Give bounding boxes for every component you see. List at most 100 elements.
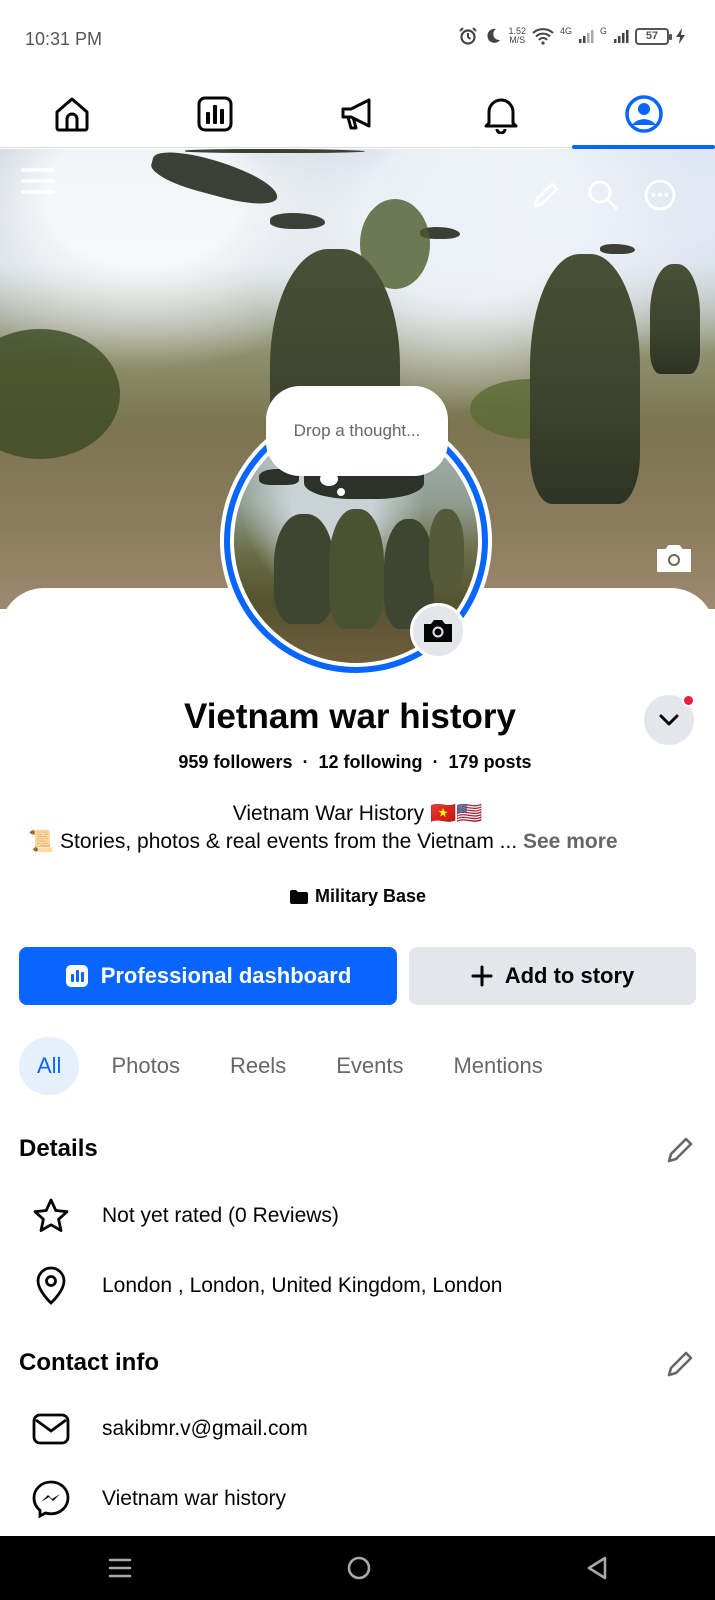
page-title: Vietnam war history — [184, 697, 516, 736]
messenger-text: Vietnam war history — [102, 1487, 287, 1510]
edit-contact-button[interactable] — [664, 1348, 696, 1380]
status-bar: 10:31 PM 1.52 M/S 4G G 57 — [0, 0, 715, 80]
page-category: Military Base — [0, 886, 715, 907]
pencil-icon — [667, 1137, 693, 1163]
notification-dot — [682, 694, 695, 707]
network-type-2: G — [599, 26, 607, 36]
wifi-icon — [532, 28, 554, 45]
rating-text: Not yet rated (0 Reviews) — [102, 1204, 339, 1227]
avatar-soldier — [274, 514, 334, 624]
email-row[interactable]: sakibmr.v@gmail.com — [30, 1408, 308, 1450]
alarm-icon — [459, 27, 478, 45]
helicopter-shape — [600, 244, 635, 254]
tree-shape — [0, 329, 120, 459]
search-button[interactable] — [583, 175, 623, 215]
thought-bubble-tail — [320, 472, 338, 486]
profile-stats: 959 followers · 12 following · 179 posts — [0, 752, 710, 773]
charging-icon — [676, 28, 685, 44]
soldier-shape — [530, 254, 640, 504]
thought-placeholder: Drop a thought... — [293, 421, 421, 440]
status-icons: 1.52 M/S 4G G 57 — [458, 26, 687, 46]
signal-icon-2 — [614, 30, 629, 43]
camera-icon — [424, 620, 452, 642]
pencil-icon — [667, 1351, 693, 1377]
network-speed: 1.52 M/S — [508, 26, 526, 45]
contact-heading: Contact info — [19, 1349, 159, 1376]
avatar-soldier — [429, 509, 464, 589]
helicopter-shape — [147, 149, 283, 212]
messenger-icon — [30, 1478, 72, 1520]
home-button-icon[interactable] — [346, 1555, 372, 1581]
add-to-story-button[interactable]: Add to story — [409, 947, 696, 1005]
bio-line-1: Vietnam War History 🇻🇳🇺🇸 — [232, 802, 483, 825]
location-pin-icon — [30, 1265, 72, 1307]
menu-button[interactable] — [18, 161, 58, 201]
avatar-soldier — [329, 509, 384, 629]
envelope-icon — [30, 1408, 72, 1450]
edit-details-button[interactable] — [664, 1134, 696, 1166]
category-label: Military Base — [314, 886, 427, 906]
battery-icon: 57 — [635, 27, 672, 45]
star-icon — [30, 1195, 72, 1237]
dashboard-icon — [65, 965, 88, 987]
followers-count[interactable]: 959 followers — [178, 752, 292, 772]
camera-icon — [657, 545, 691, 572]
thought-bubble-tail — [337, 488, 345, 496]
plus-icon — [471, 965, 493, 987]
add-to-story-label: Add to story — [504, 963, 635, 988]
moon-icon — [487, 28, 501, 43]
tab-profile[interactable] — [572, 80, 715, 149]
pencil-icon — [533, 182, 559, 208]
network-type-1: 4G — [559, 26, 572, 36]
more-icon — [644, 179, 676, 211]
folder-icon — [289, 889, 308, 904]
system-nav-bar — [0, 1536, 715, 1600]
top-nav — [0, 80, 715, 149]
hamburger-icon — [21, 168, 55, 194]
filter-mentions[interactable]: Mentions — [435, 1037, 560, 1095]
bio-text: 📜 Stories, photos & real events from the… — [28, 830, 518, 853]
helicopter-shape — [185, 149, 365, 153]
bell-icon — [484, 98, 517, 134]
profile-icon — [624, 95, 663, 133]
details-heading: Details — [19, 1135, 98, 1162]
filter-reels[interactable]: Reels — [212, 1037, 304, 1095]
bio-line-2: 📜 Stories, photos & real events from the… — [28, 830, 708, 854]
avatar-camera-button[interactable] — [410, 603, 466, 659]
home-icon — [55, 97, 88, 132]
thought-bubble[interactable]: Drop a thought... — [266, 386, 448, 476]
soldier-shape — [650, 264, 700, 374]
messenger-row[interactable]: Vietnam war history — [30, 1478, 286, 1520]
recent-apps-icon[interactable] — [107, 1556, 133, 1580]
cover-camera-button[interactable] — [654, 538, 694, 578]
posts-count: 179 posts — [448, 752, 532, 772]
signal-icon-1 — [578, 30, 594, 43]
filter-photos[interactable]: Photos — [93, 1037, 198, 1095]
more-options-button[interactable] — [640, 175, 680, 215]
filter-all[interactable]: All — [19, 1037, 80, 1095]
tab-ads[interactable] — [286, 80, 429, 148]
filter-events[interactable]: Events — [318, 1037, 421, 1095]
see-more-link[interactable]: See more — [523, 830, 618, 853]
search-icon — [588, 180, 618, 210]
location-text: London , London, United Kingdom, London — [102, 1274, 503, 1297]
following-count[interactable]: 12 following — [318, 752, 422, 772]
email-text: sakibmr.v@gmail.com — [102, 1417, 308, 1440]
helicopter-shape — [270, 213, 325, 229]
professional-dashboard-button[interactable]: Professional dashboard — [19, 947, 397, 1005]
chevron-down-icon — [659, 714, 679, 726]
stats-separator: · — [432, 752, 439, 772]
tab-dashboard[interactable] — [143, 80, 286, 148]
back-icon[interactable] — [585, 1555, 609, 1581]
location-row: London , London, United Kingdom, London — [30, 1265, 503, 1307]
stats-separator: · — [302, 752, 309, 772]
professional-dashboard-label: Professional dashboard — [100, 963, 352, 988]
filter-tabs: All Photos Reels Events Mentions — [19, 1036, 575, 1096]
megaphone-icon — [341, 98, 370, 130]
status-time: 10:31 PM — [25, 29, 103, 49]
tab-home[interactable] — [0, 80, 143, 148]
edit-cover-button[interactable] — [526, 175, 566, 215]
rating-row: Not yet rated (0 Reviews) — [30, 1195, 339, 1237]
dashboard-icon — [197, 96, 232, 132]
tab-notifications[interactable] — [429, 80, 572, 148]
